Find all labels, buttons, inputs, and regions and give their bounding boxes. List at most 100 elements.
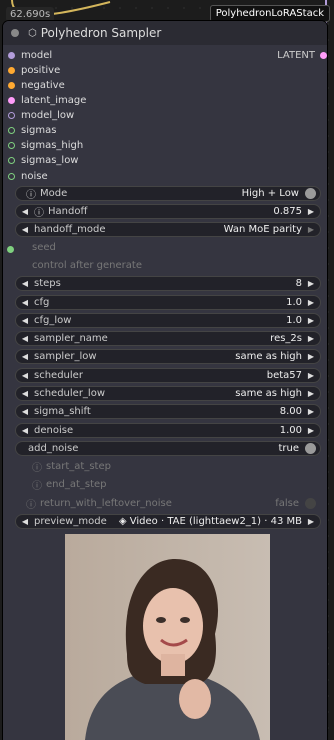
widget-value: 8.00 bbox=[279, 406, 302, 417]
toggle-knob-icon[interactable] bbox=[305, 188, 316, 199]
widget-label: steps bbox=[34, 278, 61, 289]
widget-label: end_at_step bbox=[46, 479, 107, 490]
sigma-shift-number[interactable]: ◀ sigma_shift 8.00 ▶ bbox=[15, 404, 321, 419]
increment-arrow-icon[interactable]: ▶ bbox=[306, 298, 316, 307]
widget-label: sampler_name bbox=[34, 333, 108, 344]
mode-toggle[interactable]: ⓘ Mode High + Low bbox=[15, 186, 321, 201]
decrement-arrow-icon[interactable]: ◀ bbox=[20, 407, 30, 416]
decrement-arrow-icon[interactable]: ◀ bbox=[20, 389, 30, 398]
increment-arrow-icon[interactable]: ▶ bbox=[306, 225, 316, 234]
cfg-low-number[interactable]: ◀ cfg_low 1.0 ▶ bbox=[15, 313, 321, 328]
input-label: sigmas_low bbox=[21, 155, 79, 166]
widget-value: 0.875 bbox=[273, 206, 302, 217]
widget-label: cfg bbox=[34, 297, 50, 308]
input-dot-icon[interactable] bbox=[8, 67, 15, 74]
output-slot-latent[interactable]: LATENT bbox=[277, 50, 327, 61]
toggle-knob-icon[interactable] bbox=[305, 443, 316, 454]
polyhedron-icon: ⬡ bbox=[28, 27, 37, 39]
decrement-arrow-icon[interactable]: ◀ bbox=[20, 207, 30, 216]
increment-arrow-icon[interactable]: ▶ bbox=[306, 334, 316, 343]
widget-value: res_2s bbox=[270, 333, 302, 344]
node-header[interactable]: ⬡ Polyhedron Sampler bbox=[3, 21, 327, 45]
input-ring-icon[interactable] bbox=[8, 142, 15, 149]
input-slot-noise[interactable]: noise bbox=[3, 169, 48, 184]
widget-value: same as high bbox=[235, 388, 302, 399]
widget-label: control after generate bbox=[32, 260, 142, 271]
increment-arrow-icon[interactable]: ▶ bbox=[306, 279, 316, 288]
widget-value: 8 bbox=[295, 278, 302, 289]
decrement-arrow-icon[interactable]: ◀ bbox=[20, 279, 30, 288]
input-label: noise bbox=[21, 171, 48, 182]
input-slot-positive[interactable]: positive bbox=[3, 63, 60, 78]
execution-timer: 62.690s bbox=[6, 7, 55, 22]
collapse-dot-icon[interactable] bbox=[11, 29, 19, 37]
input-ring-icon[interactable] bbox=[8, 112, 15, 119]
steps-number[interactable]: ◀ steps 8 ▶ bbox=[15, 276, 321, 291]
info-icon: ⓘ bbox=[34, 208, 44, 219]
latent-output-dot-icon[interactable] bbox=[320, 52, 327, 59]
increment-arrow-icon[interactable]: ▶ bbox=[306, 316, 316, 325]
input-slot-latent-image[interactable]: latent_image bbox=[3, 93, 86, 108]
input-slot-negative[interactable]: negative bbox=[3, 78, 65, 93]
widget-value: same as high bbox=[235, 351, 302, 362]
widget-label: cfg_low bbox=[34, 315, 72, 326]
handoff-number[interactable]: ◀ ⓘ Handoff 0.875 ▶ bbox=[15, 204, 321, 219]
cfg-number[interactable]: ◀ cfg 1.0 ▶ bbox=[15, 295, 321, 310]
decrement-arrow-icon[interactable]: ◀ bbox=[20, 334, 30, 343]
widget-value: true bbox=[278, 443, 299, 454]
add-noise-toggle[interactable]: add_noise true bbox=[15, 441, 321, 456]
widget-value: High + Low bbox=[241, 188, 299, 199]
increment-arrow-icon[interactable]: ▶ bbox=[306, 371, 316, 380]
denoise-number[interactable]: ◀ denoise 1.00 ▶ bbox=[15, 423, 321, 438]
widget-label: sampler_low bbox=[34, 351, 97, 362]
widget-value: Wan MoE parity bbox=[223, 224, 302, 235]
input-slot-sigmas-high[interactable]: sigmas_high bbox=[3, 138, 83, 153]
input-dot-icon[interactable] bbox=[8, 82, 15, 89]
scheduler-low-combo[interactable]: ◀ scheduler_low same as high ▶ bbox=[15, 386, 321, 401]
decrement-arrow-icon[interactable]: ◀ bbox=[20, 371, 30, 380]
widget-label: Handoff bbox=[48, 206, 88, 217]
info-icon: ⓘ bbox=[32, 481, 42, 492]
increment-arrow-icon[interactable]: ▶ bbox=[306, 207, 316, 216]
end-at-step-widget: ⓘ end_at_step bbox=[15, 477, 321, 492]
info-icon: ⓘ bbox=[26, 500, 36, 511]
input-ring-icon[interactable] bbox=[8, 127, 15, 134]
increment-arrow-icon[interactable]: ▶ bbox=[306, 389, 316, 398]
decrement-arrow-icon[interactable]: ◀ bbox=[20, 352, 30, 361]
increment-arrow-icon[interactable]: ▶ bbox=[306, 426, 316, 435]
increment-arrow-icon[interactable]: ▶ bbox=[306, 352, 316, 361]
input-label: sigmas_high bbox=[21, 140, 84, 151]
handoff-mode-combo[interactable]: ◀ handoff_mode Wan MoE parity ▶ bbox=[15, 222, 321, 237]
connected-node-label[interactable]: PolyhedronLoRAStack bbox=[209, 5, 330, 22]
input-label: negative bbox=[21, 80, 65, 91]
widget-label: preview_mode bbox=[34, 516, 107, 527]
input-ring-icon[interactable] bbox=[8, 157, 15, 164]
input-slot-sigmas[interactable]: sigmas bbox=[3, 123, 56, 138]
input-ring-icon[interactable] bbox=[8, 173, 15, 180]
input-dot-icon[interactable] bbox=[8, 97, 15, 104]
decrement-arrow-icon[interactable]: ◀ bbox=[20, 225, 30, 234]
decrement-arrow-icon[interactable]: ◀ bbox=[20, 426, 30, 435]
preview-mode-combo[interactable]: ◀ preview_mode ◈ Video · TAE (lighttaew2… bbox=[15, 514, 321, 529]
return-with-leftover-noise-widget: ⓘ return_with_leftover_noise false bbox=[15, 496, 321, 511]
widget-label: scheduler bbox=[34, 370, 83, 381]
sampler-name-combo[interactable]: ◀ sampler_name res_2s ▶ bbox=[15, 331, 321, 346]
scheduler-combo[interactable]: ◀ scheduler beta57 ▶ bbox=[15, 368, 321, 383]
decrement-arrow-icon[interactable]: ◀ bbox=[20, 298, 30, 307]
input-slot-sigmas-low[interactable]: sigmas_low bbox=[3, 153, 79, 168]
widget-label: Mode bbox=[40, 188, 68, 199]
increment-arrow-icon[interactable]: ▶ bbox=[306, 517, 316, 526]
seed-input-dot-icon[interactable] bbox=[7, 246, 14, 253]
increment-arrow-icon[interactable]: ▶ bbox=[306, 407, 316, 416]
portrait-preview-image bbox=[65, 534, 270, 740]
decrement-arrow-icon[interactable]: ◀ bbox=[20, 517, 30, 526]
input-slot-model-low[interactable]: model_low bbox=[3, 108, 74, 123]
input-slot-model[interactable]: model bbox=[3, 48, 52, 63]
input-label: sigmas bbox=[21, 125, 57, 136]
decrement-arrow-icon[interactable]: ◀ bbox=[20, 316, 30, 325]
info-icon: ⓘ bbox=[32, 463, 42, 474]
widget-value: ◈ Video · TAE (lighttaew2_1) · 43 MB bbox=[118, 516, 302, 527]
sampler-low-combo[interactable]: ◀ sampler_low same as high ▶ bbox=[15, 349, 321, 364]
polyhedron-sampler-node[interactable]: ⬡ Polyhedron Sampler LATENT model positi… bbox=[3, 21, 327, 740]
input-dot-icon[interactable] bbox=[8, 52, 15, 59]
